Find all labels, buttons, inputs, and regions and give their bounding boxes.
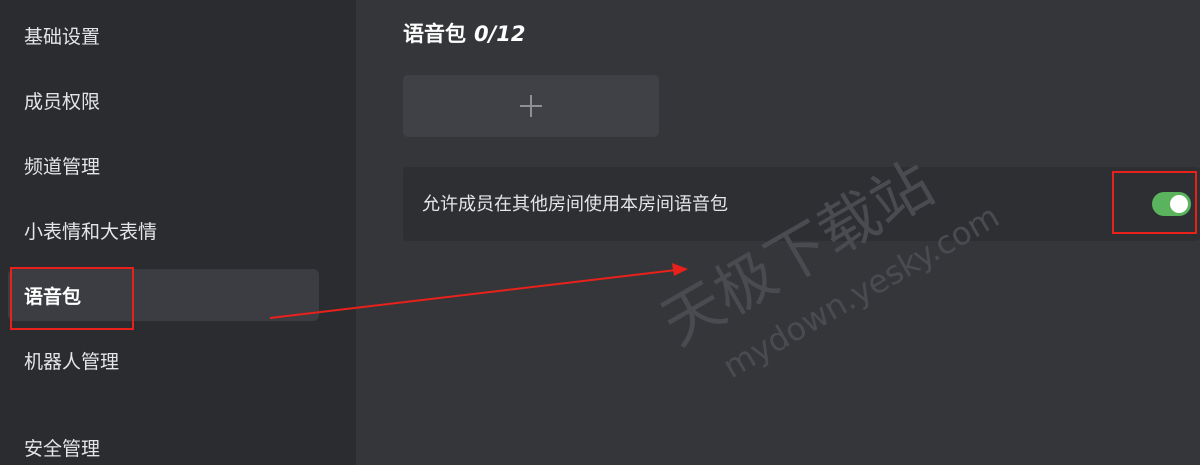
page-title: 语音包 0/12 — [403, 18, 526, 48]
sidebar-item-label: 安全管理 — [24, 437, 101, 460]
sidebar-item-security-management[interactable]: 安全管理 — [8, 421, 319, 465]
cross-room-voice-pack-toggle[interactable] — [1152, 192, 1191, 216]
sidebar-item-voice-pack[interactable]: 语音包 — [8, 269, 319, 321]
sidebar-item-emojis[interactable]: 小表情和大表情 — [8, 204, 319, 256]
sidebar-item-bot-management[interactable]: 机器人管理 — [8, 334, 319, 386]
sidebar-item-member-permissions[interactable]: 成员权限 — [8, 74, 319, 126]
settings-sidebar: 基础设置 成员权限 频道管理 小表情和大表情 语音包 机器人管理 安全管理 — [0, 0, 356, 465]
sidebar-item-label: 小表情和大表情 — [24, 220, 158, 243]
sidebar-item-label: 成员权限 — [24, 90, 101, 113]
plus-icon — [520, 95, 542, 117]
setting-label: 允许成员在其他房间使用本房间语音包 — [422, 194, 728, 215]
sidebar-item-label: 频道管理 — [24, 155, 101, 178]
voice-pack-count: 0/12 — [474, 22, 526, 46]
sidebar-item-label: 机器人管理 — [24, 350, 120, 373]
toggle-knob — [1170, 195, 1188, 213]
page-title-text: 语音包 — [403, 22, 466, 46]
sidebar-item-label: 语音包 — [24, 285, 82, 308]
voice-pack-panel: 语音包 0/12 允许成员在其他房间使用本房间语音包 — [356, 0, 1200, 465]
sidebar-item-label: 基础设置 — [24, 25, 101, 48]
add-voice-pack-button[interactable] — [403, 75, 659, 137]
cross-room-voice-pack-setting: 允许成员在其他房间使用本房间语音包 — [403, 167, 1200, 241]
settings-window: 基础设置 成员权限 频道管理 小表情和大表情 语音包 机器人管理 安全管理 语音… — [0, 0, 1200, 465]
sidebar-item-channel-management[interactable]: 频道管理 — [8, 139, 319, 191]
sidebar-item-basic-settings[interactable]: 基础设置 — [8, 9, 319, 61]
